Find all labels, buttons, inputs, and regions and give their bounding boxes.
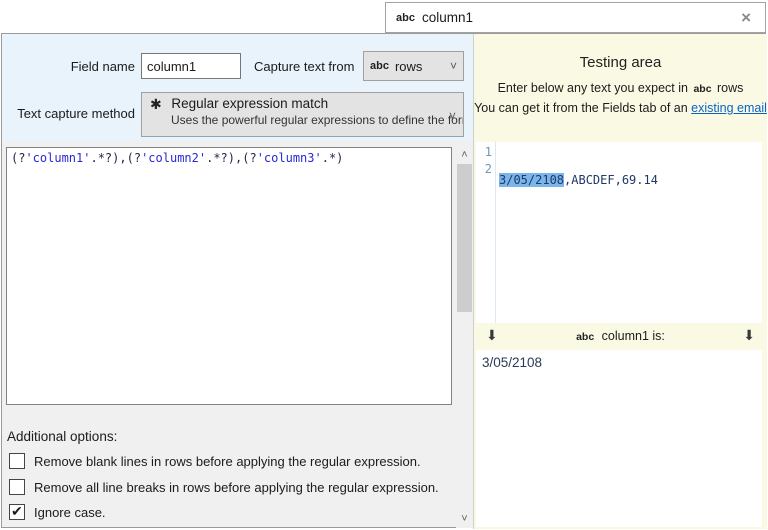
sample-text-content: 3/05/2108,ABCDEF,69.14: [499, 173, 658, 187]
capture-method-label: Text capture method: [17, 106, 135, 121]
text-field-type-icon: abc: [693, 83, 712, 95]
field-editor-dialog: Field name Capture text from abc rows ˅ …: [1, 33, 767, 529]
text-field-type-icon: abc: [396, 11, 415, 24]
capture-method-subtitle: Uses the powerful regular expressions to…: [171, 113, 463, 127]
option-label: Remove all line breaks in rows before ap…: [34, 479, 439, 495]
testing-instruction-1: Enter below any text you expect in abc r…: [497, 81, 744, 95]
text-field-type-icon: abc: [576, 331, 595, 343]
option-label: Ignore case.: [34, 504, 106, 520]
text-field-type-icon: abc: [370, 60, 389, 72]
line-number-gutter: 1 2: [476, 142, 496, 323]
sample-text-editor[interactable]: 1 2 3/05/2108,ABCDEF,69.14: [476, 142, 762, 323]
matched-text-highlight: 3/05/2108: [499, 173, 565, 187]
result-field-label: abc column1 is:: [576, 329, 665, 343]
capture-method-title: Regular expression match: [171, 96, 329, 111]
field-name-label: Field name: [70, 59, 135, 74]
close-icon[interactable]: ×: [737, 7, 755, 28]
left-pane-scrollbar[interactable]: ˄ ˅: [456, 147, 473, 528]
field-settings-header: Field name Capture text from abc rows ˅ …: [2, 34, 473, 141]
testing-area-panel: Testing area Enter below any text you ex…: [473, 34, 767, 529]
capture-method-dropdown[interactable]: ✱ Regular expression match Uses the powe…: [141, 92, 464, 137]
chevron-down-icon: ˅: [448, 109, 456, 123]
scroll-up-icon[interactable]: ˄: [456, 147, 473, 164]
testing-instruction-2: You can get it from the Fields tab of an…: [474, 101, 767, 115]
regex-input[interactable]: (?'column1'.*?),(?'column2'.*?),(?'colum…: [6, 147, 452, 405]
field-tab[interactable]: abc column1 ×: [385, 2, 766, 33]
scrollbar-thumb[interactable]: [457, 164, 472, 312]
capture-result-value: 3/05/2108: [482, 355, 543, 370]
ignore-case-checkbox[interactable]: [9, 503, 25, 520]
option-row[interactable]: Remove all line breaks in rows before ap…: [9, 479, 439, 495]
field-editor-window: abc column1 × Field name Capture text fr…: [0, 0, 768, 530]
existing-email-link[interactable]: existing email: [691, 101, 767, 115]
capture-text-from-label: Capture text from: [254, 59, 355, 74]
option-row[interactable]: Remove blank lines in rows before applyi…: [9, 453, 421, 469]
capture-result-area: 3/05/2108: [476, 350, 762, 527]
remove-line-breaks-checkbox[interactable]: [9, 479, 25, 495]
scroll-down-icon[interactable]: ˅: [456, 511, 473, 528]
additional-options-label: Additional options:: [7, 429, 118, 444]
tab-title: column1: [421, 10, 473, 25]
testing-area-title: Testing area: [579, 54, 662, 71]
option-label: Remove blank lines in rows before applyi…: [34, 453, 421, 469]
remove-blank-lines-checkbox[interactable]: [9, 453, 25, 469]
option-row[interactable]: Ignore case.: [9, 503, 106, 520]
chevron-down-icon: ˅: [449, 59, 457, 73]
capture-from-value: rows: [394, 58, 423, 74]
field-name-input[interactable]: [141, 53, 241, 79]
down-arrow-icon: ⬇: [743, 327, 755, 343]
capture-from-dropdown[interactable]: abc rows ˅: [363, 51, 464, 81]
regex-asterisk-icon: ✱: [150, 96, 162, 112]
